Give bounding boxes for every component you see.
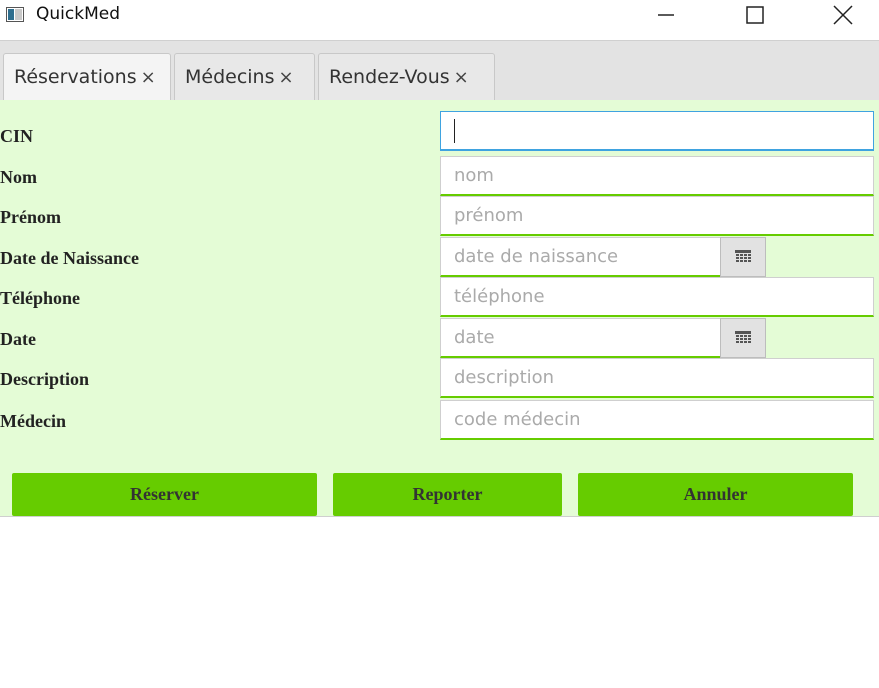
tab-reservations[interactable]: Réservations × — [3, 53, 171, 100]
maximize-icon — [746, 6, 764, 24]
tab-label: Médecins — [185, 66, 275, 88]
title-bar: QuickMed — [0, 0, 879, 30]
description-input[interactable]: description — [440, 358, 874, 398]
cin-input[interactable] — [440, 111, 874, 151]
app-icon — [6, 7, 24, 22]
calendar-icon — [735, 331, 751, 343]
tab-rendez-vous[interactable]: Rendez-Vous × — [318, 53, 495, 100]
text-cursor — [454, 118, 455, 143]
annuler-button[interactable]: Annuler — [578, 473, 853, 516]
prenom-input[interactable]: prénom — [440, 196, 874, 236]
tab-medecins[interactable]: Médecins × — [174, 53, 315, 100]
window-title: QuickMed — [36, 4, 120, 24]
calendar-icon — [735, 250, 751, 262]
tab-bar: Réservations × Médecins × Rendez-Vous × — [0, 40, 879, 101]
date-naissance-placeholder: date de naissance — [454, 246, 619, 267]
divider — [0, 516, 879, 517]
minimize-button[interactable] — [643, 0, 689, 30]
telephone-placeholder: téléphone — [454, 286, 545, 307]
maximize-button[interactable] — [732, 0, 778, 30]
reporter-button[interactable]: Reporter — [333, 473, 562, 516]
prenom-placeholder: prénom — [454, 205, 524, 226]
cin-label: CIN — [0, 126, 34, 146]
date-input[interactable]: date — [440, 318, 722, 358]
telephone-label: Téléphone — [0, 288, 81, 308]
medecin-label: Médecin — [0, 411, 66, 431]
close-button[interactable] — [820, 0, 866, 30]
tab-label: Réservations — [14, 66, 137, 88]
nom-placeholder: nom — [454, 165, 494, 186]
description-placeholder: description — [454, 367, 555, 388]
date-naissance-input[interactable]: date de naissance — [440, 237, 722, 277]
close-icon — [833, 5, 853, 25]
medecin-placeholder: code médecin — [454, 409, 581, 430]
tab-close-icon[interactable]: × — [279, 67, 294, 88]
date-placeholder: date — [454, 327, 495, 348]
medecin-input[interactable]: code médecin — [440, 400, 874, 440]
date-naissance-picker-button[interactable] — [720, 237, 766, 277]
tab-close-icon[interactable]: × — [141, 67, 156, 88]
date-naissance-label: Date de Naissance — [0, 248, 139, 268]
reserver-button[interactable]: Réserver — [12, 473, 317, 516]
date-label: Date — [0, 329, 36, 349]
tab-label: Rendez-Vous — [329, 66, 450, 88]
tab-close-icon[interactable]: × — [454, 67, 469, 88]
description-label: Description — [0, 369, 89, 389]
nom-label: Nom — [0, 167, 37, 187]
minimize-icon — [658, 14, 674, 16]
prenom-label: Prénom — [0, 207, 61, 227]
telephone-input[interactable]: téléphone — [440, 277, 874, 317]
date-picker-button[interactable] — [720, 318, 766, 358]
nom-input[interactable]: nom — [440, 156, 874, 196]
